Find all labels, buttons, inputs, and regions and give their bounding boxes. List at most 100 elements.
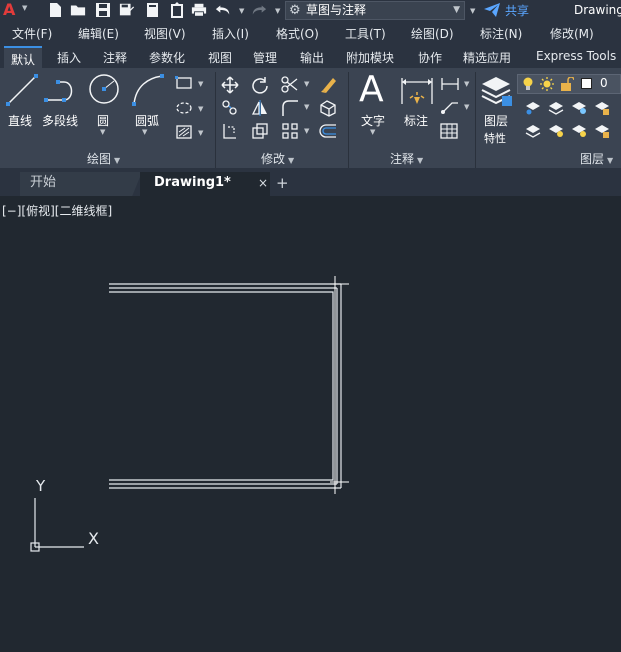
menu-view[interactable]: 视图(V) [144, 25, 186, 42]
leader-icon[interactable] [440, 99, 460, 115]
customize-qat-icon[interactable]: ▼ [470, 7, 475, 15]
new-file-icon[interactable] [47, 2, 63, 18]
tab-express-tools[interactable]: Express Tools [536, 49, 616, 63]
trim-dropdown-icon[interactable]: ▼ [304, 80, 309, 88]
text-label[interactable]: 文字 [361, 112, 385, 129]
undo-dropdown-icon[interactable]: ▼ [239, 7, 244, 15]
layer-color-swatch [581, 78, 592, 89]
menu-tools[interactable]: 工具(T) [345, 25, 386, 42]
offset-icon[interactable] [319, 122, 337, 140]
mirror-icon[interactable] [251, 99, 269, 117]
export-icon[interactable] [169, 2, 185, 18]
tab-drawing1[interactable]: Drawing1* × [140, 172, 270, 196]
tab-featured-apps[interactable]: 精选应用 [463, 49, 511, 66]
rotate-icon[interactable] [251, 76, 269, 94]
fillet-dropdown-icon[interactable]: ▼ [304, 103, 309, 111]
gradient-dropdown-icon[interactable]: ▼ [198, 129, 203, 137]
fillet-icon[interactable] [281, 99, 299, 117]
array-dropdown-icon[interactable]: ▼ [304, 127, 309, 135]
save-as-icon[interactable] [119, 2, 135, 18]
layer-freeze-icon[interactable] [548, 101, 564, 115]
open-web-icon[interactable] [145, 2, 161, 18]
hatch-icon[interactable] [175, 101, 193, 115]
dimension-icon[interactable] [400, 74, 434, 108]
tab-parametric[interactable]: 参数化 [149, 49, 185, 66]
menu-edit[interactable]: 编辑(E) [78, 25, 119, 42]
hatch-dropdown-icon[interactable]: ▼ [198, 105, 203, 113]
scale-icon[interactable] [251, 122, 269, 140]
copy-icon[interactable] [221, 99, 239, 117]
tab-manage[interactable]: 管理 [253, 49, 277, 66]
gradient-icon[interactable] [175, 124, 193, 140]
modify-panel-title[interactable]: 修改 ▼ [261, 150, 294, 167]
move-icon[interactable] [221, 76, 239, 94]
tab-output[interactable]: 输出 [300, 49, 324, 66]
close-icon[interactable]: × [258, 172, 268, 194]
arc-dropdown-icon[interactable]: ▼ [142, 128, 147, 136]
undo-icon[interactable] [215, 2, 231, 18]
linear-dimension-dropdown-icon[interactable]: ▼ [464, 80, 469, 88]
modify-panel-label: 修改 [261, 152, 286, 166]
menu-insert[interactable]: 插入(I) [212, 25, 249, 42]
workspace-switcher[interactable]: ⚙ 草图与注释 ▼ [285, 1, 465, 20]
layer-unlock-icon[interactable] [594, 124, 610, 138]
polyline-label[interactable]: 多段线 [42, 112, 78, 129]
menu-draw[interactable]: 绘图(D) [411, 25, 454, 42]
tab-addins[interactable]: 附加模块 [346, 49, 394, 66]
leader-dropdown-icon[interactable]: ▼ [464, 103, 469, 111]
array-icon[interactable] [281, 122, 299, 140]
linear-dimension-icon[interactable] [440, 76, 460, 92]
layer-walk-icon[interactable] [571, 124, 587, 138]
drawing-canvas[interactable]: [−][俯视][二维线框] Y X [0, 196, 621, 652]
text-icon[interactable]: A [359, 70, 384, 110]
arc-label[interactable]: 圆弧 [135, 112, 159, 129]
annotation-panel-title[interactable]: 注释 ▼ [390, 150, 423, 167]
rectangle-icon[interactable] [175, 76, 193, 90]
open-folder-icon[interactable] [70, 2, 86, 18]
line-icon[interactable] [6, 74, 38, 106]
stretch-icon[interactable] [221, 122, 239, 140]
layer-previous-icon[interactable] [548, 124, 564, 138]
menu-dimension[interactable]: 标注(N) [480, 25, 522, 42]
layer-properties-label-1[interactable]: 图层 [484, 112, 508, 129]
redo-icon[interactable] [251, 2, 267, 18]
tab-default[interactable]: 默认 [4, 46, 43, 68]
draw-panel-title[interactable]: 绘图 ▼ [87, 150, 120, 167]
circle-icon[interactable] [88, 73, 120, 105]
tab-insert[interactable]: 插入 [57, 49, 81, 66]
layer-isolate-icon[interactable] [525, 101, 541, 115]
autocad-logo-icon[interactable]: A [3, 1, 21, 19]
layer-dropdown[interactable]: 0 [517, 74, 621, 94]
polyline-icon[interactable] [44, 78, 78, 102]
rectangle-dropdown-icon[interactable]: ▼ [198, 80, 203, 88]
erase-icon[interactable] [319, 74, 339, 94]
circle-dropdown-icon[interactable]: ▼ [100, 128, 105, 136]
print-icon[interactable] [191, 2, 207, 18]
chevron-down-icon: ▼ [288, 156, 295, 165]
tab-view[interactable]: 视图 [208, 49, 232, 66]
layer-properties-label-2[interactable]: 特性 [484, 130, 506, 146]
new-tab-button[interactable]: + [276, 172, 292, 196]
menu-format[interactable]: 格式(O) [276, 25, 319, 42]
table-icon[interactable] [440, 123, 458, 139]
text-dropdown-icon[interactable]: ▼ [370, 128, 375, 136]
menu-file[interactable]: 文件(F) [12, 25, 52, 42]
layers-panel-title[interactable]: 图层 ▼ [580, 150, 613, 167]
layer-lock-icon[interactable] [594, 101, 610, 115]
trim-icon[interactable] [281, 76, 299, 94]
app-menu-caret-icon[interactable]: ▼ [22, 4, 30, 14]
save-icon[interactable] [95, 2, 111, 18]
arc-icon[interactable] [132, 74, 164, 106]
circle-label[interactable]: 圆 [97, 112, 109, 129]
layer-properties-icon[interactable] [480, 74, 514, 108]
tab-start[interactable]: 开始 [20, 172, 142, 196]
layer-off-icon[interactable] [571, 101, 587, 115]
menu-modify[interactable]: 修改(M) [550, 25, 594, 42]
tab-collaborate[interactable]: 协作 [418, 49, 442, 66]
line-label[interactable]: 直线 [8, 112, 32, 129]
dimension-label[interactable]: 标注 [404, 112, 428, 129]
redo-dropdown-icon[interactable]: ▼ [275, 7, 280, 15]
tab-annotate[interactable]: 注释 [103, 49, 127, 66]
explode-icon[interactable] [319, 99, 337, 117]
layer-match-icon[interactable] [525, 124, 541, 138]
